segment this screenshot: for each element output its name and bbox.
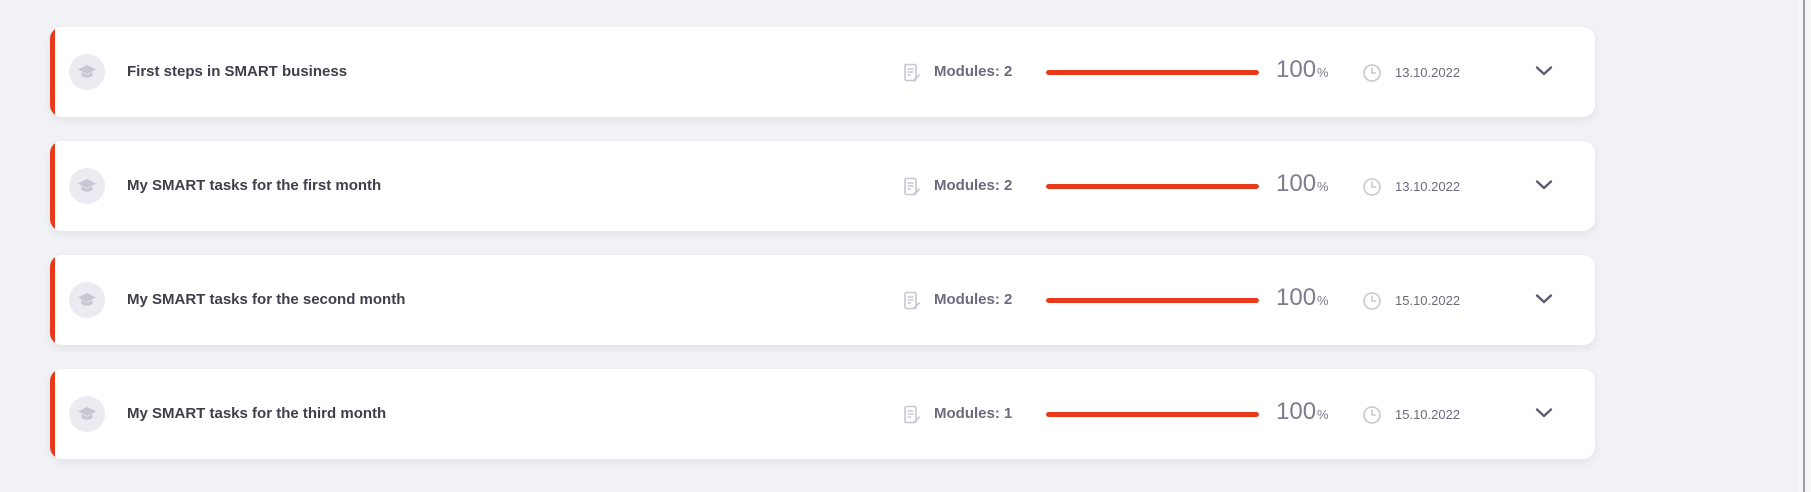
document-edit-icon [903,177,921,197]
graduation-cap-icon [69,54,105,90]
expand-button[interactable] [1532,61,1556,85]
card-accent-bar [50,141,55,231]
clock-icon [1362,291,1382,311]
progress-percent: 100% [1276,284,1329,315]
progress-fill [1046,412,1259,417]
progress-fill [1046,298,1259,303]
progress-fill [1046,184,1259,189]
clock-icon [1362,405,1382,425]
document-edit-icon [903,291,921,311]
percent-sign: % [1317,179,1329,194]
progress-bar [1046,298,1259,303]
progress-bar [1046,70,1259,75]
modules-count: Modules: 1 [934,405,1013,422]
course-card[interactable]: My SMART tasks for the first month Modul… [50,141,1595,231]
progress-fill [1046,70,1259,75]
progress-percent: 100% [1276,398,1329,429]
course-title[interactable]: First steps in SMART business [127,63,347,81]
progress-bar [1046,412,1259,417]
progress-value: 100 [1276,398,1317,425]
expand-button[interactable] [1532,403,1556,427]
course-list: First steps in SMART business Modules: 2… [50,27,1595,483]
chevron-down-icon [1535,406,1553,424]
course-title[interactable]: My SMART tasks for the first month [127,177,381,195]
percent-sign: % [1317,293,1329,308]
clock-icon [1362,177,1382,197]
graduation-cap-icon [69,168,105,204]
chevron-down-icon [1535,178,1553,196]
course-card[interactable]: First steps in SMART business Modules: 2… [50,27,1595,117]
chevron-down-icon [1535,292,1553,310]
course-title[interactable]: My SMART tasks for the third month [127,405,386,423]
card-accent-bar [50,255,55,345]
card-accent-bar [50,369,55,459]
course-title[interactable]: My SMART tasks for the second month [127,291,405,309]
course-date: 15.10.2022 [1395,293,1461,308]
progress-value: 100 [1276,284,1317,311]
progress-bar [1046,184,1259,189]
percent-sign: % [1317,65,1329,80]
progress-value: 100 [1276,170,1317,197]
progress-value: 100 [1276,56,1317,83]
scrollbar-thumb[interactable] [1803,0,1805,492]
percent-sign: % [1317,407,1329,422]
document-edit-icon [903,63,921,83]
course-date: 13.10.2022 [1395,65,1461,80]
scrollbar[interactable] [1797,0,1811,492]
course-card[interactable]: My SMART tasks for the second month Modu… [50,255,1595,345]
clock-icon [1362,63,1382,83]
chevron-down-icon [1535,64,1553,82]
progress-percent: 100% [1276,56,1329,87]
graduation-cap-icon [69,282,105,318]
modules-count: Modules: 2 [934,291,1013,308]
modules-count: Modules: 2 [934,177,1013,194]
graduation-cap-icon [69,396,105,432]
card-accent-bar [50,27,55,117]
course-card[interactable]: My SMART tasks for the third month Modul… [50,369,1595,459]
expand-button[interactable] [1532,289,1556,313]
course-date: 15.10.2022 [1395,407,1461,422]
expand-button[interactable] [1532,175,1556,199]
document-edit-icon [903,405,921,425]
course-date: 13.10.2022 [1395,179,1461,194]
progress-percent: 100% [1276,170,1329,201]
modules-count: Modules: 2 [934,63,1013,80]
